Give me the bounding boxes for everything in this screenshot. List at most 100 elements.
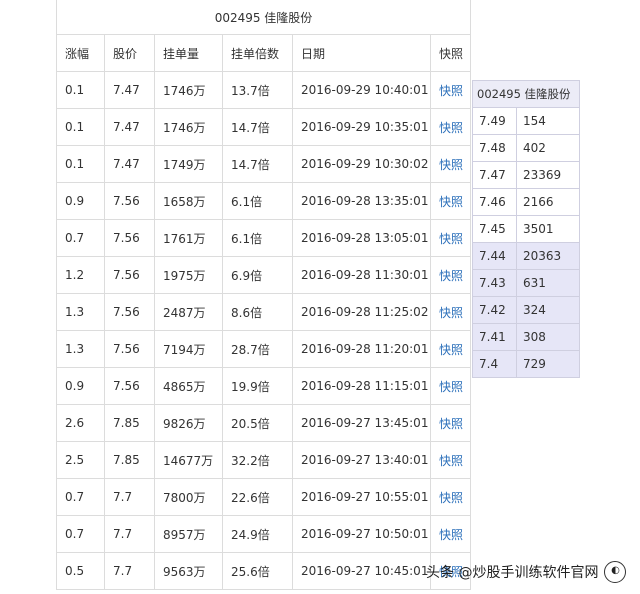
table-cell: 9563万 xyxy=(154,552,223,590)
table-cell: 7.56 xyxy=(104,182,155,220)
table-cell: 2487万 xyxy=(154,293,223,331)
table-cell: 0.1 xyxy=(56,145,105,183)
table-cell: 快照 xyxy=(430,71,471,109)
table-cell: 24.9倍 xyxy=(222,515,293,553)
table-cell: 7.47 xyxy=(104,108,155,146)
table-cell: 快照 xyxy=(430,441,471,479)
order-book-title: 002495 佳隆股份 xyxy=(472,80,580,108)
table-title: 002495 佳隆股份 xyxy=(56,0,471,35)
table-cell: 0.5 xyxy=(56,552,105,590)
snapshot-link[interactable]: 快照 xyxy=(439,380,463,394)
column-header: 挂单量 xyxy=(154,34,223,72)
table-cell: 7.56 xyxy=(104,367,155,405)
volume-cell: 3501 xyxy=(516,215,580,243)
table-cell: 2016-09-29 10:30:02 xyxy=(292,145,431,183)
table-row: 0.7 7.7 7800万 22.6倍 2016-09-27 10:55:01 快照 xyxy=(56,478,471,516)
table-cell: 快照 xyxy=(430,293,471,331)
snapshot-link[interactable]: 快照 xyxy=(439,491,463,505)
table-cell: 2016-09-27 10:50:01 xyxy=(292,515,431,553)
table-row: 0.9 7.56 4865万 19.9倍 2016-09-28 11:15:01 快照 xyxy=(56,367,471,405)
table-cell: 1761万 xyxy=(154,219,223,257)
price-cell: 7.42 xyxy=(472,296,517,324)
snapshot-link[interactable]: 快照 xyxy=(439,269,463,283)
table-cell: 2016-09-29 10:40:01 xyxy=(292,71,431,109)
table-cell: 快照 xyxy=(430,108,471,146)
column-header: 快照 xyxy=(430,34,471,72)
table-cell: 32.2倍 xyxy=(222,441,293,479)
column-header: 日期 xyxy=(292,34,431,72)
table-cell: 1746万 xyxy=(154,71,223,109)
table-cell: 1.3 xyxy=(56,293,105,331)
snapshot-link[interactable]: 快照 xyxy=(439,417,463,431)
table-cell: 8.6倍 xyxy=(222,293,293,331)
table-cell: 9826万 xyxy=(154,404,223,442)
table-row: 2.5 7.85 14677万 32.2倍 2016-09-27 13:40:01 快照 xyxy=(56,441,471,479)
column-header: 股价 xyxy=(104,34,155,72)
table-cell: 2.5 xyxy=(56,441,105,479)
table-cell: 7194万 xyxy=(154,330,223,368)
table-cell: 2016-09-27 10:45:01 xyxy=(292,552,431,590)
volume-cell: 324 xyxy=(516,296,580,324)
volume-cell: 402 xyxy=(516,134,580,162)
ask-row: 7.47 23369 xyxy=(472,161,580,189)
table-cell: 14.7倍 xyxy=(222,145,293,183)
snapshot-link[interactable]: 快照 xyxy=(439,195,463,209)
table-row: 0.1 7.47 1746万 13.7倍 2016-09-29 10:40:01 快照 xyxy=(56,71,471,109)
table-cell: 快照 xyxy=(430,404,471,442)
table-cell: 快照 xyxy=(430,515,471,553)
table-cell: 22.6倍 xyxy=(222,478,293,516)
table-cell: 6.1倍 xyxy=(222,182,293,220)
snapshot-link[interactable]: 快照 xyxy=(439,232,463,246)
table-header-row: 涨幅 股价 挂单量 挂单倍数 日期 快照 xyxy=(56,34,471,72)
table-row: 0.7 7.7 8957万 24.9倍 2016-09-27 10:50:01 快照 xyxy=(56,515,471,553)
table-cell: 2.6 xyxy=(56,404,105,442)
table-cell: 1975万 xyxy=(154,256,223,294)
table-cell: 2016-09-28 11:25:02 xyxy=(292,293,431,331)
ask-row: 7.49 154 xyxy=(472,107,580,135)
table-cell: 0.7 xyxy=(56,515,105,553)
volume-cell: 20363 xyxy=(516,242,580,270)
table-cell: 0.9 xyxy=(56,367,105,405)
table-row: 0.7 7.56 1761万 6.1倍 2016-09-28 13:05:01 快照 xyxy=(56,219,471,257)
snapshot-link[interactable]: 快照 xyxy=(439,121,463,135)
price-cell: 7.44 xyxy=(472,242,517,270)
snapshot-link[interactable]: 快照 xyxy=(439,84,463,98)
volume-cell: 308 xyxy=(516,323,580,351)
snapshot-link[interactable]: 快照 xyxy=(439,158,463,172)
table-cell: 快照 xyxy=(430,219,471,257)
snapshot-link[interactable]: 快照 xyxy=(439,454,463,468)
volume-cell: 2166 xyxy=(516,188,580,216)
bid-row: 7.44 20363 xyxy=(472,242,580,270)
table-cell: 7.56 xyxy=(104,293,155,331)
table-cell: 14.7倍 xyxy=(222,108,293,146)
table-cell: 2016-09-28 13:05:01 xyxy=(292,219,431,257)
snapshot-link[interactable]: 快照 xyxy=(439,528,463,542)
table-cell: 快照 xyxy=(430,478,471,516)
snapshot-link[interactable]: 快照 xyxy=(439,343,463,357)
order-book: 002495 佳隆股份 7.49 154 7.48 402 7.47 23369 7.46 2… xyxy=(472,80,580,378)
snapshot-link[interactable]: 快照 xyxy=(439,306,463,320)
table-body: 0.1 7.47 1746万 13.7倍 2016-09-29 10:40:01 快照 0.… xyxy=(56,71,471,590)
bid-row: 7.42 324 xyxy=(472,296,580,324)
table-cell: 1658万 xyxy=(154,182,223,220)
table-cell: 快照 xyxy=(430,367,471,405)
table-cell: 0.9 xyxy=(56,182,105,220)
price-cell: 7.49 xyxy=(472,107,517,135)
table-cell: 6.1倍 xyxy=(222,219,293,257)
watermark: 头条 @炒股手训练软件官网 ◐ xyxy=(426,561,627,583)
table-cell: 0.1 xyxy=(56,71,105,109)
table-cell: 4865万 xyxy=(154,367,223,405)
snapshot-table: 002495 佳隆股份 涨幅 股价 挂单量 挂单倍数 日期 快照 0.1 7.47 1746万… xyxy=(56,0,471,590)
table-cell: 快照 xyxy=(430,182,471,220)
table-cell: 0.7 xyxy=(56,478,105,516)
table-row: 0.1 7.47 1749万 14.7倍 2016-09-29 10:30:02 快照 xyxy=(56,145,471,183)
table-cell: 2016-09-28 13:35:01 xyxy=(292,182,431,220)
volume-cell: 154 xyxy=(516,107,580,135)
table-cell: 7.85 xyxy=(104,441,155,479)
table-cell: 2016-09-28 11:15:01 xyxy=(292,367,431,405)
table-cell: 8957万 xyxy=(154,515,223,553)
table-cell: 2016-09-27 13:40:01 xyxy=(292,441,431,479)
column-header: 挂单倍数 xyxy=(222,34,293,72)
table-cell: 7.7 xyxy=(104,478,155,516)
table-cell: 1.3 xyxy=(56,330,105,368)
